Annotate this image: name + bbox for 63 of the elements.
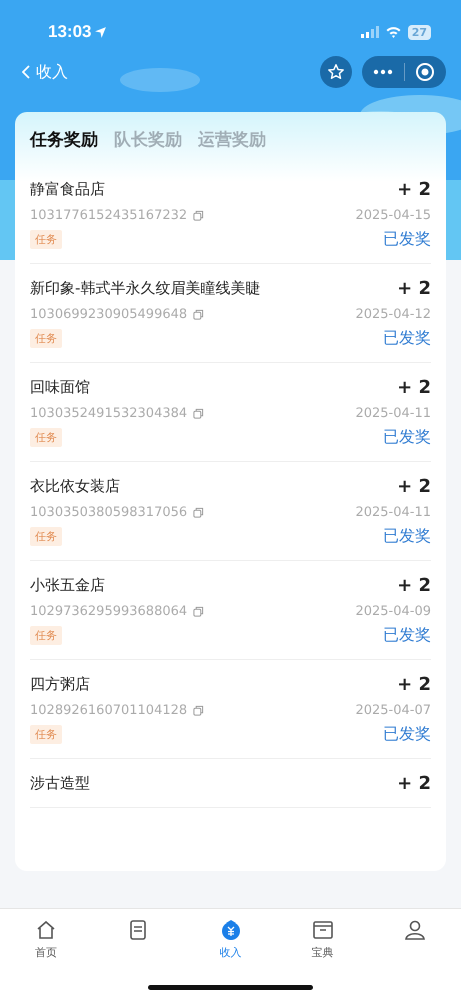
tab-bar-item[interactable]: 首页 — [0, 909, 92, 969]
copy-icon[interactable] — [193, 507, 204, 518]
copy-icon[interactable] — [193, 309, 204, 320]
store-name: 静富食品店 — [30, 180, 105, 199]
home-icon — [35, 919, 58, 941]
order-id: 1030699230905499648 — [30, 307, 188, 322]
reward-points: + 2 — [397, 476, 431, 497]
copy-icon[interactable] — [193, 210, 204, 221]
record-date: 2025-04-11 — [355, 505, 431, 520]
money-bag-icon — [220, 919, 242, 941]
back-icon — [22, 65, 30, 79]
target-icon — [415, 62, 436, 82]
copy-icon[interactable] — [193, 705, 204, 716]
record-date: 2025-04-09 — [355, 604, 431, 619]
order-id: 1028926160701104128 — [30, 703, 188, 718]
back-button[interactable]: 收入 — [22, 62, 68, 82]
store-name: 回味面馆 — [30, 378, 90, 397]
status-label: 已发奖 — [383, 229, 431, 250]
task-tag: 任务 — [30, 329, 62, 348]
task-tag: 任务 — [30, 428, 62, 447]
reward-points: + 2 — [397, 179, 431, 200]
status-label: 已发奖 — [383, 427, 431, 448]
status-label: 已发奖 — [383, 625, 431, 646]
record-date: 2025-04-12 — [355, 307, 431, 322]
person-icon — [404, 919, 426, 941]
order-id: 1030352491532304384 — [30, 406, 188, 421]
tab-bar-item[interactable]: 宝典 — [276, 909, 369, 969]
status-label: 已发奖 — [383, 526, 431, 547]
store-name: 四方粥店 — [30, 675, 90, 694]
store-name: 新印象-韩式半永久纹眉美瞳线美睫 — [30, 279, 260, 298]
status-label: 已发奖 — [383, 328, 431, 349]
record-date: 2025-04-11 — [355, 406, 431, 421]
signal-icon — [360, 26, 379, 38]
record-date: 2025-04-15 — [355, 208, 431, 223]
tab[interactable]: 任务奖励 — [30, 128, 98, 151]
copy-icon[interactable] — [193, 606, 204, 617]
reward-points: + 2 — [397, 575, 431, 596]
reward-points: + 2 — [397, 278, 431, 299]
more-icon — [372, 69, 393, 75]
status-label: 已发奖 — [383, 724, 431, 745]
reward-points: + 2 — [397, 377, 431, 398]
tab-bar-item[interactable]: 收入 — [184, 909, 277, 969]
copy-icon[interactable] — [193, 408, 204, 419]
tab[interactable]: 队长奖励 — [114, 128, 182, 151]
task-tag: 任务 — [30, 230, 62, 249]
task-tag: 任务 — [30, 626, 62, 645]
task-tag: 任务 — [30, 527, 62, 546]
tab[interactable]: 运营奖励 — [198, 128, 266, 151]
store-name: 衣比依女装店 — [30, 477, 120, 496]
store-name: 涉古造型 — [30, 774, 90, 793]
clock: 13:03 — [48, 22, 92, 42]
location-icon — [94, 26, 108, 38]
order-id: 1030350380598317056 — [30, 505, 188, 520]
order-id: 1031776152435167232 — [30, 208, 188, 223]
order-id: 1029736295993688064 — [30, 604, 188, 619]
box-icon — [312, 919, 334, 941]
star-icon — [327, 63, 345, 81]
task-tag: 任务 — [30, 725, 62, 744]
record-date: 2025-04-07 — [355, 703, 431, 718]
reward-points: + 2 — [397, 773, 431, 794]
reward-points: + 2 — [397, 674, 431, 695]
wifi-icon — [384, 26, 402, 38]
store-name: 小张五金店 — [30, 576, 105, 595]
